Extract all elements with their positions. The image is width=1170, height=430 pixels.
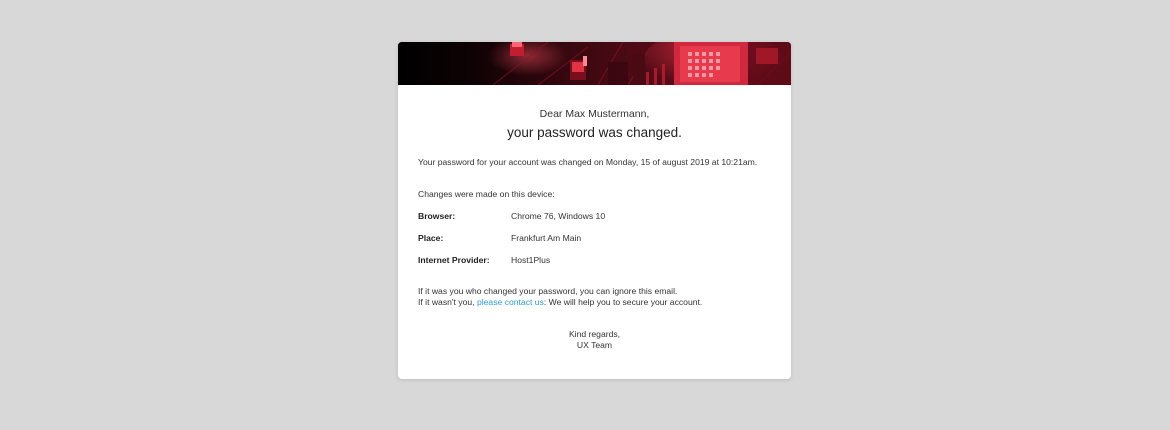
detail-row-browser: Browser: Chrome 76, Windows 10 <box>418 211 771 222</box>
ignore-note: If it was you who changed your password,… <box>418 286 678 296</box>
contact-note-suffix: : We will help you to secure your accoun… <box>543 297 703 307</box>
detail-row-place: Place: Frankfurt Am Main <box>418 233 771 244</box>
signature-text: UX Team <box>576 340 613 350</box>
detail-value: Host1Plus <box>511 255 551 265</box>
device-intro-text: Changes were made on this device: <box>418 189 555 199</box>
email-body: Dear Max Mustermann, your password was c… <box>398 108 791 351</box>
detail-label: Place: <box>418 233 444 243</box>
detail-value: Chrome 76, Windows 10 <box>511 211 606 221</box>
email-card: Dear Max Mustermann, your password was c… <box>398 42 791 379</box>
contact-note: If it wasn't you, please contact us: We … <box>418 297 771 308</box>
detail-label: Browser: <box>418 211 456 221</box>
greeting-text: Dear Max Mustermann, <box>539 108 650 120</box>
change-info-text: Your password for your account was chang… <box>418 157 758 167</box>
header-banner-image <box>398 42 791 85</box>
detail-value: Frankfurt Am Main <box>511 233 582 243</box>
contact-note-prefix: If it wasn't you, <box>418 297 477 307</box>
closing-text: Kind regards, <box>568 329 621 339</box>
detail-row-provider: Internet Provider: Host1Plus <box>418 255 771 266</box>
contact-us-link[interactable]: please contact us <box>477 297 544 307</box>
headline: your password was changed. <box>507 125 682 140</box>
detail-label: Internet Provider: <box>418 255 490 265</box>
